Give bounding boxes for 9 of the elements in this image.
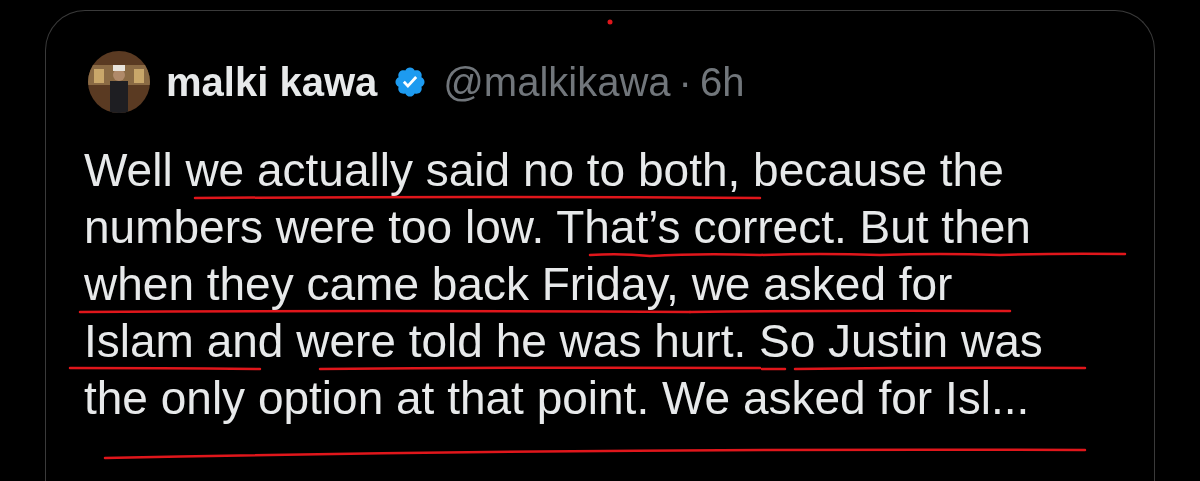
separator-dot: ·: [678, 62, 692, 102]
post-time[interactable]: 6h: [699, 62, 745, 102]
user-handle[interactable]: @malkikawa: [443, 62, 671, 102]
post-text-line: Well we actually said no to both, because the: [84, 144, 1004, 196]
post-text-line: when they came back Friday, we asked for: [84, 258, 953, 310]
post-text-line: Islam and were told he was hurt. So Justin was: [84, 315, 1043, 367]
author-name[interactable]: malki kawa: [166, 62, 378, 102]
post-text-line: numbers were too low. That’s correct. But then: [84, 201, 1031, 253]
post-text-line: the only option at that point. We asked for Isl...: [84, 372, 1030, 424]
